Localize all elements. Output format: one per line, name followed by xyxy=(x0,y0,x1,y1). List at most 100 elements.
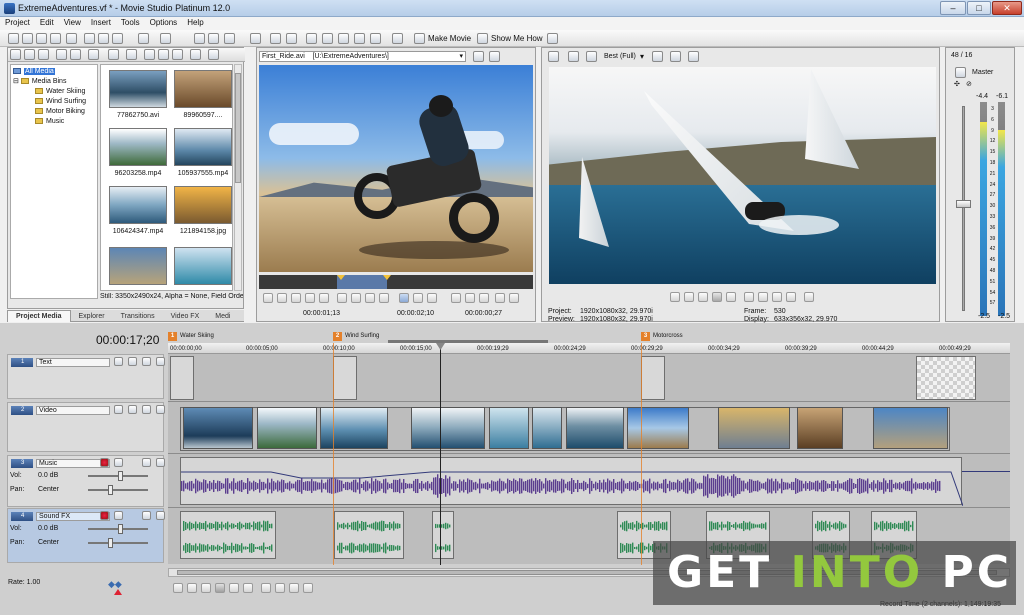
previous-frame-icon[interactable] xyxy=(351,293,361,303)
rate-slider-thumb[interactable] xyxy=(114,589,122,595)
media-thumb[interactable] xyxy=(109,70,167,108)
auto-crossfade-icon[interactable] xyxy=(306,33,317,44)
previous-frame-icon[interactable] xyxy=(289,583,299,593)
track-fx-icon[interactable] xyxy=(128,405,137,414)
external-monitor-icon[interactable] xyxy=(568,51,579,62)
capture-icon[interactable] xyxy=(24,49,35,60)
track-name[interactable]: Text xyxy=(36,358,110,367)
save-as-icon[interactable] xyxy=(50,33,61,44)
views-icon[interactable] xyxy=(190,49,201,60)
stop-icon[interactable] xyxy=(319,293,329,303)
media-thumb[interactable] xyxy=(174,70,232,108)
refresh-icon[interactable] xyxy=(88,49,99,60)
tab-media-generators[interactable]: Medi xyxy=(207,311,238,322)
trimmer-options-icon[interactable] xyxy=(473,51,484,62)
play-icon[interactable] xyxy=(291,293,301,303)
track-name[interactable]: Music xyxy=(36,459,110,468)
volume-slider[interactable] xyxy=(88,471,148,481)
show-me-how-button[interactable]: Show Me How xyxy=(491,34,543,43)
video-event[interactable] xyxy=(532,407,562,449)
text-clip[interactable] xyxy=(333,356,357,400)
maximize-button[interactable]: □ xyxy=(967,1,991,15)
track-header-video[interactable]: 2 Video xyxy=(7,402,165,452)
next-frame-icon[interactable] xyxy=(365,293,375,303)
mixer-insert-fx-icon[interactable] xyxy=(955,67,966,78)
preview-next-frame-icon[interactable] xyxy=(786,292,796,302)
normal-edit-tool-icon[interactable] xyxy=(194,33,205,44)
solo-icon[interactable] xyxy=(156,458,165,467)
solo-icon[interactable] xyxy=(156,405,165,414)
play-from-start-icon[interactable] xyxy=(201,583,211,593)
marker-2[interactable]: 2 Wind Surfing xyxy=(333,331,379,342)
menu-view[interactable]: View xyxy=(59,17,86,27)
autoripple-icon[interactable] xyxy=(250,33,261,44)
marker-3[interactable]: 3 Motorcross xyxy=(641,331,683,342)
master-fader-track[interactable] xyxy=(962,106,965,311)
sound-fx-event[interactable] xyxy=(432,511,454,559)
track-header-sound-fx[interactable]: 4 Sound FX Vol: 0.0 dB Pan: Center xyxy=(7,508,165,563)
tab-transitions[interactable]: Transitions xyxy=(113,311,163,322)
record-arm-icon[interactable] xyxy=(100,511,109,520)
preview-pause-icon[interactable] xyxy=(712,292,722,302)
preview-options-icon[interactable] xyxy=(548,51,559,62)
open-icon[interactable] xyxy=(22,33,33,44)
preview-previous-frame-icon[interactable] xyxy=(772,292,782,302)
next-frame-icon[interactable] xyxy=(303,583,313,593)
delete-icon[interactable] xyxy=(108,49,119,60)
envelope-tool-icon[interactable] xyxy=(208,33,219,44)
selection-tool-icon[interactable] xyxy=(224,33,235,44)
insert-after-icon[interactable] xyxy=(427,293,437,303)
copy-icon[interactable] xyxy=(98,33,109,44)
set-out-icon[interactable] xyxy=(465,293,475,303)
menu-project[interactable]: Project xyxy=(0,17,35,27)
go-to-start-icon[interactable] xyxy=(337,293,347,303)
menu-help[interactable]: Help xyxy=(182,17,208,27)
copy-snapshot-icon[interactable] xyxy=(670,51,681,62)
media-fx-icon[interactable] xyxy=(70,49,81,60)
volume-slider[interactable] xyxy=(88,524,148,534)
tree-bin-motor-biking[interactable]: Motor Biking xyxy=(13,107,95,117)
close-button[interactable]: ✕ xyxy=(992,1,1022,15)
video-event[interactable] xyxy=(797,407,843,449)
media-thumb[interactable] xyxy=(174,186,232,224)
media-thumb[interactable] xyxy=(109,128,167,166)
track-fx-icon[interactable] xyxy=(114,511,123,520)
split-icon[interactable] xyxy=(338,33,349,44)
video-event[interactable] xyxy=(566,407,624,449)
video-event[interactable] xyxy=(411,407,485,449)
media-thumb[interactable] xyxy=(174,247,232,285)
solo-icon[interactable] xyxy=(156,357,165,366)
remove-media-icon[interactable] xyxy=(56,49,67,60)
create-subclip-icon[interactable] xyxy=(479,293,489,303)
solo-icon[interactable] xyxy=(156,511,165,520)
properties-icon[interactable] xyxy=(66,33,77,44)
trimmer-file-dropdown[interactable]: First_Ride.avi [U:\ExtremeAdventures\] ▾ xyxy=(259,51,466,62)
media-thumb[interactable] xyxy=(109,186,167,224)
show-me-how-icon[interactable] xyxy=(477,33,488,44)
tab-video-fx[interactable]: Video FX xyxy=(163,311,208,322)
master-fader-thumb[interactable] xyxy=(956,200,971,208)
preview-fx-icon[interactable] xyxy=(586,51,597,62)
text-clip[interactable] xyxy=(641,356,665,400)
compositing-icon[interactable] xyxy=(114,405,123,414)
menu-tools[interactable]: Tools xyxy=(116,17,145,27)
rate-slider-icon[interactable]: ◆◆ xyxy=(108,579,124,589)
trimmer-timeline[interactable] xyxy=(259,275,533,289)
pause-icon[interactable] xyxy=(305,293,315,303)
trim-icon[interactable] xyxy=(322,33,333,44)
save-icon[interactable] xyxy=(36,33,47,44)
ignore-grouping-icon[interactable] xyxy=(370,33,381,44)
mute-icon[interactable] xyxy=(142,357,151,366)
media-thumb[interactable] xyxy=(174,128,232,166)
insert-before-icon[interactable] xyxy=(413,293,423,303)
compositing-icon[interactable] xyxy=(114,357,123,366)
minimize-button[interactable]: – xyxy=(940,1,966,15)
add-marker-icon[interactable] xyxy=(392,33,403,44)
media-thumb[interactable] xyxy=(109,247,167,285)
add-to-timeline-icon[interactable] xyxy=(399,293,409,303)
video-event[interactable] xyxy=(320,407,388,449)
preview-quality-dropdown[interactable]: Best (Full) xyxy=(604,53,636,60)
undo-icon[interactable] xyxy=(138,33,149,44)
track-fx-icon[interactable] xyxy=(128,357,137,366)
event-fx-icon[interactable] xyxy=(354,33,365,44)
